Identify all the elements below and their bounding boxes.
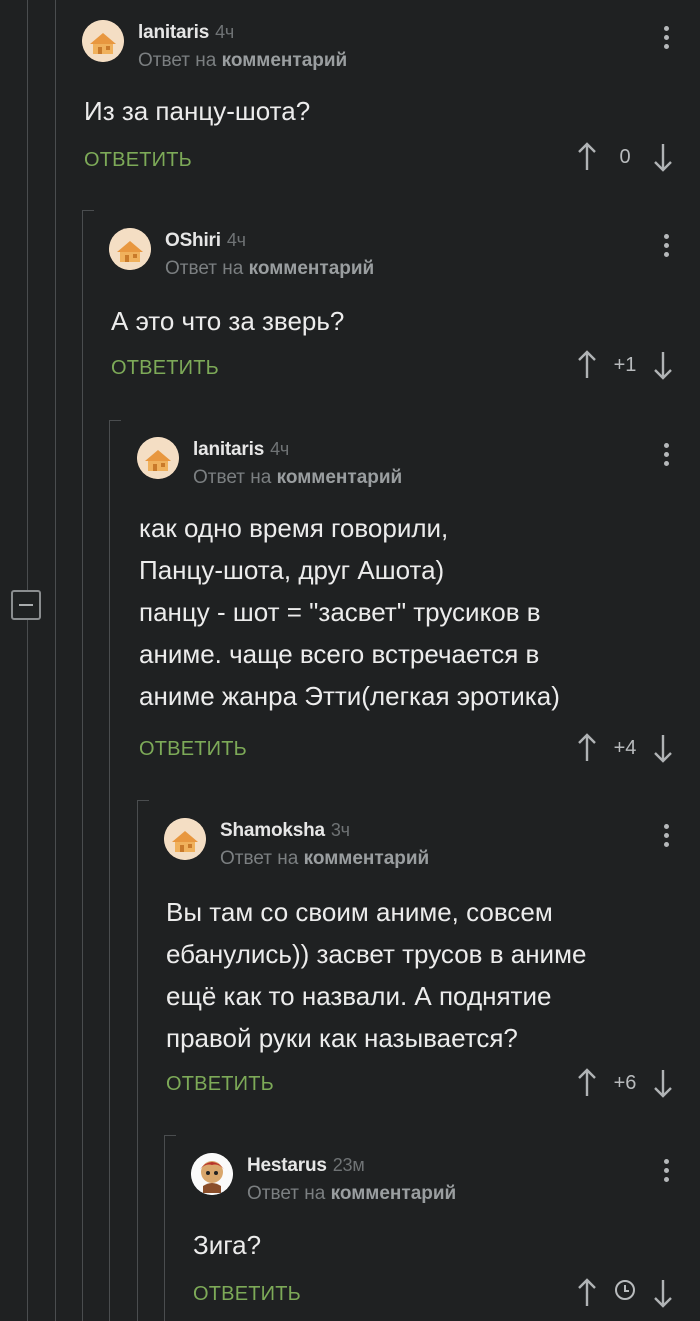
comment-text: Из за панцу-шота? — [84, 96, 311, 126]
author-name[interactable]: Shamoksha — [220, 820, 325, 841]
vote-controls: +4 — [576, 733, 674, 763]
reply-button[interactable]: ОТВЕТИТЬ — [139, 738, 247, 761]
reply-to: Ответ на комментарий — [220, 848, 430, 869]
comment: OShiri 4ч Ответ на комментарий А это что … — [109, 228, 700, 398]
thread-line — [27, 0, 28, 1321]
clock-icon — [615, 1280, 635, 1300]
author-name[interactable]: Hestarus — [247, 1155, 327, 1176]
comment: Shamoksha 3ч Ответ на комментарий Вы там … — [164, 818, 700, 1118]
downvote-arrow-icon[interactable] — [652, 142, 674, 172]
more-options-icon[interactable] — [664, 443, 670, 470]
comment-score: +1 — [613, 353, 637, 376]
upvote-arrow-icon[interactable] — [576, 350, 598, 380]
avatar[interactable] — [109, 228, 151, 270]
downvote-arrow-icon[interactable] — [652, 733, 674, 763]
author-name[interactable]: lanitaris — [193, 439, 264, 460]
comment-time: 23м — [332, 1155, 365, 1175]
thread-line — [137, 800, 138, 1321]
comment-time: 4ч — [215, 22, 235, 42]
comment-text: Зига? — [193, 1230, 262, 1260]
thread-branch — [137, 800, 149, 801]
comment-score: 0 — [619, 145, 631, 168]
thread-branch — [164, 1135, 176, 1136]
thread-line — [82, 210, 83, 1321]
vote-controls: 0 — [576, 142, 674, 172]
reply-to: Ответ на комментарий — [247, 1183, 457, 1204]
upvote-arrow-icon[interactable] — [576, 1278, 598, 1308]
vote-controls: +1 — [576, 350, 674, 380]
comment: lanitaris 4ч Ответ на комментарий Из за п… — [82, 20, 700, 190]
reply-to: Ответ на комментарий — [138, 50, 348, 71]
avatar[interactable] — [164, 818, 206, 860]
vote-controls — [576, 1278, 674, 1308]
comment: Hestarus 23м Ответ на комментарий Зига? О… — [191, 1153, 700, 1321]
author-name[interactable]: lanitaris — [138, 22, 209, 43]
comment-text: А это что за зверь? — [111, 306, 345, 336]
vote-controls: +6 — [576, 1068, 674, 1098]
more-options-icon[interactable] — [664, 26, 670, 53]
comment-time: 3ч — [330, 820, 350, 840]
reply-to-link[interactable]: комментарий — [222, 50, 348, 71]
comment-score-pending — [598, 1280, 652, 1306]
thread-line — [55, 0, 56, 1321]
reply-to-link[interactable]: комментарий — [249, 258, 375, 279]
thread-branch — [82, 210, 94, 211]
comment: lanitaris 4ч Ответ на комментарий как одн… — [137, 437, 700, 777]
thread-line — [109, 420, 110, 1321]
more-options-icon[interactable] — [664, 824, 670, 851]
comment-score: +4 — [613, 736, 637, 759]
avatar[interactable] — [191, 1153, 233, 1195]
reply-to-link[interactable]: комментарий — [331, 1183, 457, 1204]
avatar[interactable] — [82, 20, 124, 62]
reply-to: Ответ на комментарий — [165, 258, 375, 279]
more-options-icon[interactable] — [664, 1159, 670, 1186]
comment-score: +6 — [613, 1071, 637, 1094]
upvote-arrow-icon[interactable] — [576, 142, 598, 172]
comment-time: 4ч — [226, 230, 246, 250]
reply-button[interactable]: ОТВЕТИТЬ — [111, 357, 219, 380]
comment-time: 4ч — [270, 439, 290, 459]
downvote-arrow-icon[interactable] — [652, 1068, 674, 1098]
thread-branch — [109, 420, 121, 421]
upvote-arrow-icon[interactable] — [576, 1068, 598, 1098]
reply-to-link[interactable]: комментарий — [277, 467, 403, 488]
more-options-icon[interactable] — [664, 234, 670, 261]
downvote-arrow-icon[interactable] — [652, 1278, 674, 1308]
reply-button[interactable]: ОТВЕТИТЬ — [84, 149, 192, 172]
comment-text: Вы там со своим аниме, совсем ебанулись)… — [166, 897, 587, 1053]
avatar[interactable] — [137, 437, 179, 479]
reply-button[interactable]: ОТВЕТИТЬ — [166, 1073, 274, 1096]
thread-line — [164, 1135, 165, 1321]
collapse-thread-button[interactable] — [11, 590, 41, 620]
downvote-arrow-icon[interactable] — [652, 350, 674, 380]
upvote-arrow-icon[interactable] — [576, 733, 598, 763]
reply-to: Ответ на комментарий — [193, 467, 403, 488]
reply-button[interactable]: ОТВЕТИТЬ — [193, 1283, 301, 1306]
reply-to-link[interactable]: комментарий — [304, 848, 430, 869]
minus-icon — [19, 604, 33, 606]
comment-text: как одно время говорили, Панцу-шота, дру… — [139, 513, 560, 711]
author-name[interactable]: OShiri — [165, 230, 221, 251]
